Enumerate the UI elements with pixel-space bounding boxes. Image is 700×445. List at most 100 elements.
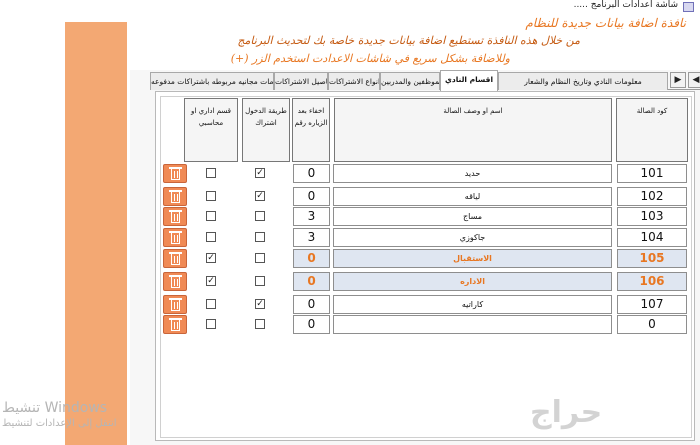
check-icon: ✓ <box>207 253 215 263</box>
window-title: شاشة اعدادات البرنامج ..... <box>573 0 678 10</box>
admin-section-checkbox[interactable] <box>206 232 216 242</box>
section-name-field[interactable]: الاداره <box>333 272 612 291</box>
header-hint: وللاضافة بشكل سريع في شاشات الاعدادت است… <box>230 52 510 65</box>
hide-after-visit-field[interactable]: 0 <box>293 272 330 291</box>
col-header-admin-section: قسم اداري او محاسبي <box>184 98 238 162</box>
entry-method-checkbox[interactable] <box>255 232 265 242</box>
entry-method-checkbox[interactable]: ✓ <box>255 168 265 178</box>
entry-method-checkbox[interactable] <box>255 211 265 221</box>
check-icon: ✓ <box>256 168 264 178</box>
trash-rib <box>174 171 175 178</box>
section-name-field[interactable]: كاراتيه <box>333 295 612 314</box>
trash-rib <box>174 322 175 329</box>
delete-row-button[interactable] <box>163 272 187 291</box>
trash-rib <box>177 235 178 242</box>
hide-after-visit-field[interactable]: 3 <box>293 207 330 226</box>
trash-rib <box>174 256 175 263</box>
col-header-entry-method: طريقة الدخول اشتراك <box>242 98 290 162</box>
entry-method-checkbox[interactable]: ✓ <box>255 299 265 309</box>
delete-row-button[interactable] <box>163 315 187 334</box>
section-code-field[interactable]: 102 <box>617 187 687 206</box>
trash-rib <box>177 302 178 309</box>
trash-rib <box>174 235 175 242</box>
chevron-left-icon: ◀ <box>692 75 700 85</box>
section-name-field[interactable]: مساج <box>333 207 612 226</box>
tab-club-info[interactable]: معلومات النادي وتاريخ النظام والشعار <box>498 72 668 90</box>
tab-scroll-next-button[interactable]: ▶ <box>670 72 686 88</box>
trash-rib <box>177 171 178 178</box>
section-code-field[interactable]: 107 <box>617 295 687 314</box>
trash-rib <box>177 279 178 286</box>
admin-section-checkbox[interactable] <box>206 191 216 201</box>
admin-section-checkbox[interactable]: ✓ <box>206 276 216 286</box>
check-icon: ✓ <box>256 191 264 201</box>
trash-rib <box>177 214 178 221</box>
admin-section-checkbox[interactable] <box>206 319 216 329</box>
section-name-field[interactable]: جاكوزي <box>333 228 612 247</box>
delete-row-button[interactable] <box>163 207 187 226</box>
header-title: نافذة اضافة بيانات جديدة للنظام <box>525 16 686 30</box>
entry-method-checkbox[interactable] <box>255 253 265 263</box>
section-name-field[interactable]: لياقه <box>333 187 612 206</box>
col-header-hide-after-visit: اخفاء بعد الزياره رقم <box>292 98 330 162</box>
tab-bar: ◀ ▶ معلومات النادي وتاريخ النظام والشعار… <box>150 70 700 91</box>
delete-row-button[interactable] <box>163 164 187 183</box>
section-code-field[interactable]: 101 <box>617 164 687 183</box>
trash-rib <box>177 194 178 201</box>
entry-method-checkbox[interactable] <box>255 276 265 286</box>
trash-icon <box>171 254 180 265</box>
site-watermark-logo: حراج <box>530 395 603 430</box>
hide-after-visit-field[interactable]: 0 <box>293 249 330 268</box>
admin-section-checkbox[interactable] <box>206 168 216 178</box>
hide-after-visit-field[interactable]: 0 <box>293 315 330 334</box>
col-header-name: اسم او وصف الصالة <box>334 98 612 162</box>
delete-row-button[interactable] <box>163 295 187 314</box>
section-name-field[interactable]: الاستقبال <box>333 249 612 268</box>
trash-icon <box>171 300 180 311</box>
check-icon: ✓ <box>207 276 215 286</box>
section-name-field[interactable]: حديد <box>333 164 612 183</box>
section-code-field[interactable]: 104 <box>617 228 687 247</box>
trash-rib <box>177 256 178 263</box>
trash-rib <box>174 279 175 286</box>
delete-row-button[interactable] <box>163 228 187 247</box>
tab-staff-trainers[interactable]: الموظفين والمدربين <box>380 72 440 90</box>
trash-rib <box>177 322 178 329</box>
trash-rib <box>174 194 175 201</box>
trash-rib <box>174 302 175 309</box>
trash-icon <box>171 320 180 331</box>
orange-side-strip <box>65 22 127 445</box>
trash-icon <box>171 233 180 244</box>
hide-after-visit-field[interactable]: 0 <box>293 295 330 314</box>
hide-after-visit-field[interactable]: 3 <box>293 228 330 247</box>
trash-icon <box>171 169 180 180</box>
col-header-code: كود الصالة <box>616 98 688 162</box>
section-code-field[interactable]: 106 <box>617 272 687 291</box>
entry-method-checkbox[interactable]: ✓ <box>255 191 265 201</box>
header-description: من خلال هذه النافذة تستطيع اضافة بيانات … <box>237 34 580 47</box>
admin-section-checkbox[interactable] <box>206 299 216 309</box>
section-code-field[interactable]: 0 <box>617 315 687 334</box>
entry-method-checkbox[interactable] <box>255 319 265 329</box>
hide-after-visit-field[interactable]: 0 <box>293 187 330 206</box>
tab-free-services[interactable]: خدمات مجانيه مربوطه باشتراكات مدفوعه <box>150 72 274 90</box>
section-name-field[interactable] <box>333 315 612 334</box>
trash-rib <box>174 214 175 221</box>
admin-section-checkbox[interactable]: ✓ <box>206 253 216 263</box>
windows-activation-watermark: تنشيط Windows انتقل إلى الإعدادات لتنشيط <box>2 400 117 432</box>
hide-after-visit-field[interactable]: 0 <box>293 164 330 183</box>
tab-subscription-types[interactable]: انواع الاشتراكات <box>328 72 380 90</box>
admin-section-checkbox[interactable] <box>206 211 216 221</box>
section-code-field[interactable]: 103 <box>617 207 687 226</box>
windows-activation-title: تنشيط Windows <box>2 400 108 416</box>
tab-scroll-prev-button[interactable]: ◀ <box>688 72 700 88</box>
tab-subscription-details[interactable]: تفاصيل الاشتراكات <box>274 72 328 90</box>
trash-icon <box>171 277 180 288</box>
app-icon <box>683 2 694 12</box>
tab-club-sections[interactable]: اقسام النادي <box>440 70 498 91</box>
delete-row-button[interactable] <box>163 187 187 206</box>
section-code-field[interactable]: 105 <box>617 249 687 268</box>
chevron-right-icon: ▶ <box>674 75 682 85</box>
delete-row-button[interactable] <box>163 249 187 268</box>
check-icon: ✓ <box>256 299 264 309</box>
